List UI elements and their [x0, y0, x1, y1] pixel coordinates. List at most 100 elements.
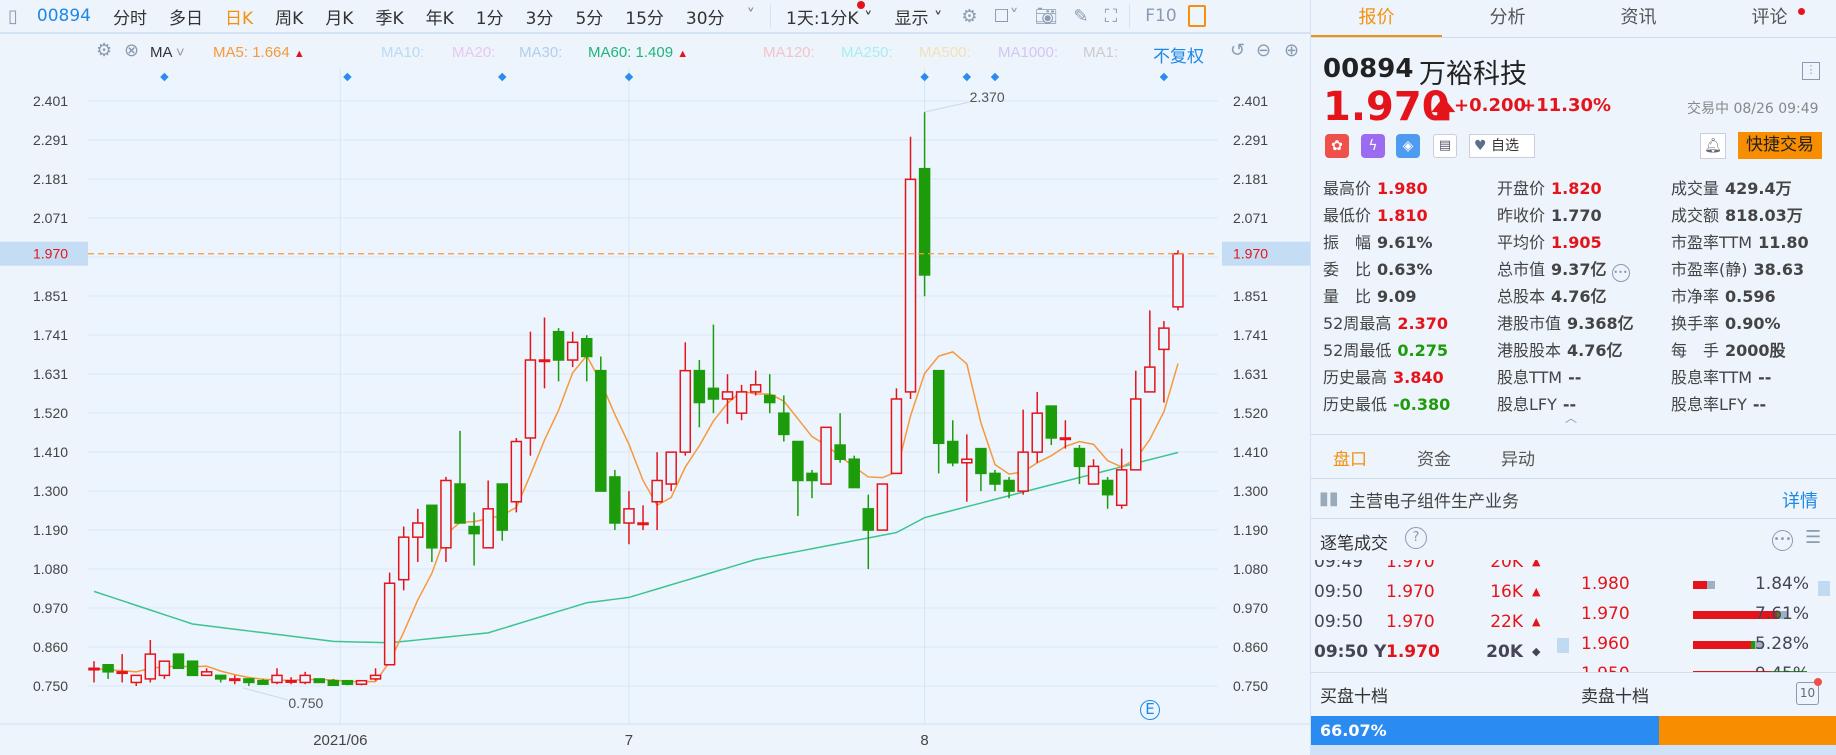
- tag-icon[interactable]: ◈: [1396, 134, 1420, 158]
- candle-body[interactable]: [707, 387, 720, 400]
- tab-1[interactable]: 分析: [1442, 0, 1573, 38]
- candle-body[interactable]: [313, 678, 325, 684]
- watchlist-button[interactable]: ♥ 自选: [1469, 134, 1535, 158]
- candle-body[interactable]: [524, 359, 537, 439]
- candle-body[interactable]: [609, 476, 621, 524]
- candle-body[interactable]: [285, 679, 297, 683]
- candle-body[interactable]: [1073, 447, 1086, 468]
- more-icon[interactable]: •••: [1772, 530, 1793, 551]
- hk-flag-icon[interactable]: ✿: [1325, 134, 1349, 158]
- event-info-icon[interactable]: E: [1140, 700, 1160, 720]
- help-icon[interactable]: ?: [1405, 527, 1427, 549]
- candle-body[interactable]: [186, 660, 199, 677]
- candle-body[interactable]: [989, 472, 1001, 485]
- candle-body[interactable]: [454, 483, 466, 524]
- subtab-0[interactable]: 盘口: [1333, 445, 1367, 470]
- candle-body[interactable]: [876, 483, 889, 531]
- candle-body[interactable]: [679, 369, 692, 453]
- candle-body[interactable]: [116, 671, 128, 675]
- collapse-chevron-icon[interactable]: ︿: [1565, 409, 1577, 426]
- candle-body[interactable]: [496, 483, 509, 531]
- candle-body[interactable]: [932, 369, 945, 445]
- scrollbar[interactable]: [1557, 638, 1569, 653]
- list-icon[interactable]: ☰: [1805, 527, 1821, 548]
- candle-body[interactable]: [693, 369, 706, 404]
- subtab-2[interactable]: 异动: [1501, 445, 1535, 470]
- candle-body[interactable]: [961, 458, 973, 464]
- candle-body[interactable]: [1031, 412, 1043, 453]
- candle-body[interactable]: [172, 653, 185, 670]
- detail-link[interactable]: 详情: [1782, 487, 1818, 513]
- candle-body[interactable]: [1017, 451, 1029, 492]
- more-icon[interactable]: •••: [1611, 264, 1630, 282]
- candle-body[interactable]: [412, 522, 424, 538]
- candle-body[interactable]: [651, 479, 663, 503]
- candle-body[interactable]: [426, 504, 438, 549]
- candle-body[interactable]: [975, 447, 987, 475]
- candle-body[interactable]: [271, 674, 283, 684]
- candle-body[interactable]: [1158, 327, 1170, 351]
- candle-body[interactable]: [595, 369, 607, 492]
- candle-body[interactable]: [862, 508, 875, 531]
- candle-body[interactable]: [904, 178, 917, 393]
- candle-body[interactable]: [243, 678, 255, 684]
- candle-body[interactable]: [229, 678, 241, 682]
- candle-body[interactable]: [1144, 366, 1156, 393]
- scrollbar[interactable]: [1818, 581, 1830, 596]
- candle-body[interactable]: [341, 679, 354, 685]
- candle-body[interactable]: [214, 674, 227, 680]
- candle-body[interactable]: [1115, 469, 1128, 507]
- tab-2[interactable]: 资讯: [1573, 0, 1704, 38]
- candle-body[interactable]: [440, 479, 452, 549]
- candle-body[interactable]: [257, 679, 269, 685]
- candle-body[interactable]: [369, 674, 382, 680]
- candle-body[interactable]: [482, 508, 494, 549]
- candle-body[interactable]: [623, 508, 635, 524]
- candle-body[interactable]: [580, 338, 593, 358]
- candle-body[interactable]: [721, 391, 734, 400]
- candle-body[interactable]: [806, 472, 818, 482]
- tab-3[interactable]: 评论: [1704, 0, 1835, 38]
- tab-0[interactable]: 报价: [1311, 0, 1442, 38]
- candle-body[interactable]: [665, 451, 677, 485]
- candle-body[interactable]: [102, 663, 114, 673]
- candle-body[interactable]: [834, 444, 846, 460]
- candle-body[interactable]: [158, 660, 171, 677]
- candle-body[interactable]: [538, 359, 551, 363]
- candle-body[interactable]: [144, 653, 157, 680]
- candle-body[interactable]: [1172, 252, 1184, 308]
- candle-body[interactable]: [918, 167, 931, 276]
- candle-body[interactable]: [468, 525, 480, 535]
- note-icon[interactable]: ▤: [1433, 134, 1457, 158]
- candle-body[interactable]: [735, 391, 748, 414]
- profile-icon[interactable]: ⋮: [1802, 62, 1820, 80]
- candle-body[interactable]: [792, 440, 804, 482]
- lightning-icon[interactable]: ϟ: [1361, 134, 1385, 158]
- candle-body[interactable]: [1003, 479, 1015, 492]
- candle-body[interactable]: [566, 341, 579, 361]
- candle-body[interactable]: [1059, 437, 1072, 441]
- subtab-1[interactable]: 资金: [1417, 445, 1451, 470]
- candle-body[interactable]: [327, 679, 340, 687]
- candle-body[interactable]: [299, 674, 311, 684]
- candle-body[interactable]: [778, 412, 790, 436]
- quick-trade-button[interactable]: 快捷交易: [1738, 132, 1822, 159]
- candle-body[interactable]: [763, 394, 776, 404]
- candle-body[interactable]: [383, 582, 396, 666]
- alert-bell-icon[interactable]: 🔔︎: [1700, 133, 1726, 159]
- candle-body[interactable]: [130, 674, 142, 684]
- candle-body[interactable]: [1130, 398, 1142, 471]
- candle-body[interactable]: [749, 384, 762, 393]
- candle-body[interactable]: [820, 426, 832, 485]
- candle-body[interactable]: [510, 440, 523, 503]
- candle-body[interactable]: [1101, 479, 1114, 496]
- candle-body[interactable]: [637, 522, 649, 526]
- candle-body[interactable]: [355, 679, 368, 685]
- candle-body[interactable]: [397, 536, 410, 581]
- candle-body[interactable]: [88, 667, 100, 671]
- candle-body[interactable]: [1045, 405, 1058, 439]
- candle-body[interactable]: [848, 458, 860, 489]
- candle-body[interactable]: [890, 398, 903, 475]
- candle-body[interactable]: [947, 440, 959, 464]
- candle-body[interactable]: [1087, 465, 1100, 485]
